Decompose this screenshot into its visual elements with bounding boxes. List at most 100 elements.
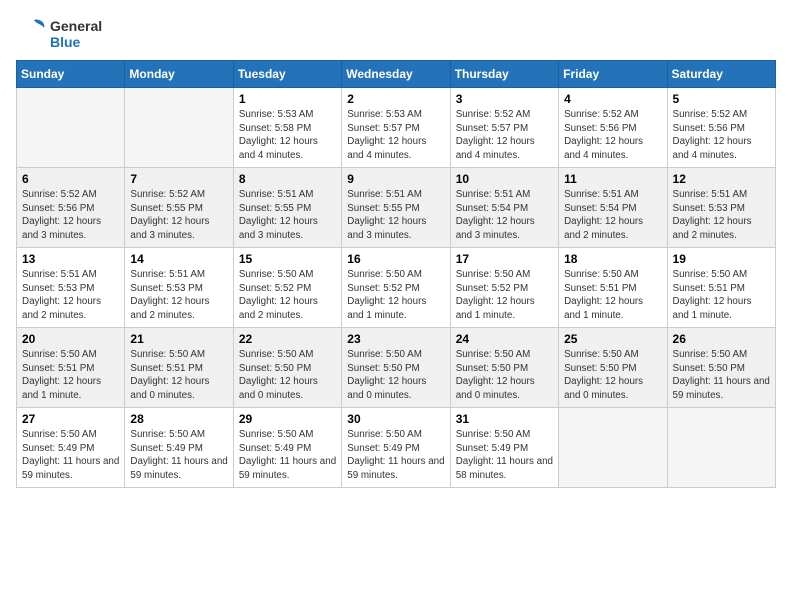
calendar-day-cell: 12Sunrise: 5:51 AM Sunset: 5:53 PM Dayli… [667, 168, 775, 248]
day-info: Sunrise: 5:50 AM Sunset: 5:49 PM Dayligh… [22, 428, 119, 483]
day-info: Sunrise: 5:50 AM Sunset: 5:50 PM Dayligh… [673, 348, 770, 403]
calendar-day-cell: 31Sunrise: 5:50 AM Sunset: 5:49 PM Dayli… [450, 408, 558, 488]
day-info: Sunrise: 5:52 AM Sunset: 5:55 PM Dayligh… [130, 188, 227, 243]
day-number: 15 [239, 252, 336, 266]
calendar-day-cell: 27 Sunrise: 5:50 AM Sunset: 5:49 PM Dayli… [17, 408, 125, 488]
day-info: Sunrise: 5:50 AM Sunset: 5:52 PM Dayligh… [347, 268, 444, 323]
day-info: Sunrise: 5:51 AM Sunset: 5:53 PM Dayligh… [130, 268, 227, 323]
calendar-week-row: 6 Sunrise: 5:52 AM Sunset: 5:56 PM Daylig… [17, 168, 776, 248]
logo-bird-icon [16, 16, 48, 52]
day-info: Sunrise: 5:52 AM Sunset: 5:56 PM Dayligh… [673, 108, 770, 163]
logo: General Blue [16, 16, 102, 52]
calendar-day-cell [125, 88, 233, 168]
day-info: Sunrise: 5:51 AM Sunset: 5:54 PM Dayligh… [456, 188, 553, 243]
day-info: Sunrise: 5:51 AM Sunset: 5:55 PM Dayligh… [347, 188, 444, 243]
day-number: 23 [347, 332, 444, 346]
day-info: Sunrise: 5:50 AM Sunset: 5:51 PM Dayligh… [130, 348, 227, 403]
calendar-day-cell: 23Sunrise: 5:50 AM Sunset: 5:50 PM Dayli… [342, 328, 450, 408]
day-number: 18 [564, 252, 661, 266]
day-info: Sunrise: 5:50 AM Sunset: 5:52 PM Dayligh… [456, 268, 553, 323]
day-info: Sunrise: 5:50 AM Sunset: 5:49 PM Dayligh… [347, 428, 444, 483]
calendar-day-cell [17, 88, 125, 168]
day-info: Sunrise: 5:50 AM Sunset: 5:49 PM Dayligh… [130, 428, 227, 483]
calendar-day-cell: 10 Sunrise: 5:51 AM Sunset: 5:54 PM Dayli… [450, 168, 558, 248]
day-info: Sunrise: 5:51 AM Sunset: 5:53 PM Dayligh… [673, 188, 770, 243]
calendar-day-cell: 9 Sunrise: 5:51 AM Sunset: 5:55 PM Daylig… [342, 168, 450, 248]
day-header: Monday [125, 61, 233, 88]
calendar-day-cell: 4Sunrise: 5:52 AM Sunset: 5:56 PM Daylig… [559, 88, 667, 168]
day-number: 10 [456, 172, 553, 186]
day-number: 20 [22, 332, 119, 346]
day-number: 5 [673, 92, 770, 106]
calendar-week-row: 1 Sunrise: 5:53 AM Sunset: 5:58 PM Daylig… [17, 88, 776, 168]
calendar-day-cell: 17 Sunrise: 5:50 AM Sunset: 5:52 PM Dayli… [450, 248, 558, 328]
calendar-day-cell: 29Sunrise: 5:50 AM Sunset: 5:49 PM Dayli… [233, 408, 341, 488]
calendar-day-cell: 24 Sunrise: 5:50 AM Sunset: 5:50 PM Dayli… [450, 328, 558, 408]
calendar-day-cell: 11 Sunrise: 5:51 AM Sunset: 5:54 PM Dayli… [559, 168, 667, 248]
calendar-day-cell: 8Sunrise: 5:51 AM Sunset: 5:55 PM Daylig… [233, 168, 341, 248]
day-number: 3 [456, 92, 553, 106]
day-info: Sunrise: 5:51 AM Sunset: 5:53 PM Dayligh… [22, 268, 119, 323]
day-info: Sunrise: 5:52 AM Sunset: 5:56 PM Dayligh… [22, 188, 119, 243]
calendar-week-row: 27 Sunrise: 5:50 AM Sunset: 5:49 PM Dayli… [17, 408, 776, 488]
day-header: Wednesday [342, 61, 450, 88]
day-number: 1 [239, 92, 336, 106]
day-info: Sunrise: 5:53 AM Sunset: 5:58 PM Dayligh… [239, 108, 336, 163]
calendar-day-cell [559, 408, 667, 488]
day-number: 14 [130, 252, 227, 266]
day-number: 11 [564, 172, 661, 186]
day-info: Sunrise: 5:50 AM Sunset: 5:49 PM Dayligh… [239, 428, 336, 483]
calendar-header-row: SundayMondayTuesdayWednesdayThursdayFrid… [17, 61, 776, 88]
day-info: Sunrise: 5:50 AM Sunset: 5:50 PM Dayligh… [456, 348, 553, 403]
day-header: Friday [559, 61, 667, 88]
day-number: 19 [673, 252, 770, 266]
day-number: 27 [22, 412, 119, 426]
day-number: 6 [22, 172, 119, 186]
calendar-week-row: 20 Sunrise: 5:50 AM Sunset: 5:51 PM Dayli… [17, 328, 776, 408]
calendar-day-cell: 13Sunrise: 5:51 AM Sunset: 5:53 PM Dayli… [17, 248, 125, 328]
day-info: Sunrise: 5:50 AM Sunset: 5:52 PM Dayligh… [239, 268, 336, 323]
calendar-day-cell: 7 Sunrise: 5:52 AM Sunset: 5:55 PM Daylig… [125, 168, 233, 248]
calendar-week-row: 13Sunrise: 5:51 AM Sunset: 5:53 PM Dayli… [17, 248, 776, 328]
calendar-day-cell: 2Sunrise: 5:53 AM Sunset: 5:57 PM Daylig… [342, 88, 450, 168]
day-info: Sunrise: 5:50 AM Sunset: 5:51 PM Dayligh… [673, 268, 770, 323]
day-info: Sunrise: 5:50 AM Sunset: 5:51 PM Dayligh… [22, 348, 119, 403]
day-number: 25 [564, 332, 661, 346]
day-info: Sunrise: 5:50 AM Sunset: 5:50 PM Dayligh… [564, 348, 661, 403]
day-number: 9 [347, 172, 444, 186]
calendar-day-cell: 18 Sunrise: 5:50 AM Sunset: 5:51 PM Dayli… [559, 248, 667, 328]
page-header: General Blue [16, 16, 776, 52]
calendar-day-cell: 20 Sunrise: 5:50 AM Sunset: 5:51 PM Dayli… [17, 328, 125, 408]
calendar-day-cell: 19 Sunrise: 5:50 AM Sunset: 5:51 PM Dayli… [667, 248, 775, 328]
calendar-day-cell: 6 Sunrise: 5:52 AM Sunset: 5:56 PM Daylig… [17, 168, 125, 248]
day-header: Saturday [667, 61, 775, 88]
calendar-day-cell [667, 408, 775, 488]
calendar-day-cell: 28Sunrise: 5:50 AM Sunset: 5:49 PM Dayli… [125, 408, 233, 488]
logo-text-general: General [50, 18, 102, 34]
day-number: 8 [239, 172, 336, 186]
calendar-day-cell: 26Sunrise: 5:50 AM Sunset: 5:50 PM Dayli… [667, 328, 775, 408]
day-header: Tuesday [233, 61, 341, 88]
calendar-day-cell: 30 Sunrise: 5:50 AM Sunset: 5:49 PM Dayli… [342, 408, 450, 488]
day-number: 22 [239, 332, 336, 346]
day-info: Sunrise: 5:53 AM Sunset: 5:57 PM Dayligh… [347, 108, 444, 163]
day-header: Thursday [450, 61, 558, 88]
calendar-day-cell: 16Sunrise: 5:50 AM Sunset: 5:52 PM Dayli… [342, 248, 450, 328]
day-info: Sunrise: 5:51 AM Sunset: 5:54 PM Dayligh… [564, 188, 661, 243]
day-number: 7 [130, 172, 227, 186]
day-info: Sunrise: 5:52 AM Sunset: 5:57 PM Dayligh… [456, 108, 553, 163]
day-info: Sunrise: 5:50 AM Sunset: 5:50 PM Dayligh… [239, 348, 336, 403]
day-number: 17 [456, 252, 553, 266]
calendar-day-cell: 25 Sunrise: 5:50 AM Sunset: 5:50 PM Dayli… [559, 328, 667, 408]
calendar-day-cell: 14 Sunrise: 5:51 AM Sunset: 5:53 PM Dayli… [125, 248, 233, 328]
day-info: Sunrise: 5:50 AM Sunset: 5:49 PM Dayligh… [456, 428, 553, 483]
calendar-day-cell: 1 Sunrise: 5:53 AM Sunset: 5:58 PM Daylig… [233, 88, 341, 168]
calendar-day-cell: 5 Sunrise: 5:52 AM Sunset: 5:56 PM Daylig… [667, 88, 775, 168]
calendar-table: SundayMondayTuesdayWednesdayThursdayFrid… [16, 60, 776, 488]
day-number: 24 [456, 332, 553, 346]
day-number: 21 [130, 332, 227, 346]
day-number: 30 [347, 412, 444, 426]
day-info: Sunrise: 5:50 AM Sunset: 5:51 PM Dayligh… [564, 268, 661, 323]
day-info: Sunrise: 5:52 AM Sunset: 5:56 PM Dayligh… [564, 108, 661, 163]
day-header: Sunday [17, 61, 125, 88]
